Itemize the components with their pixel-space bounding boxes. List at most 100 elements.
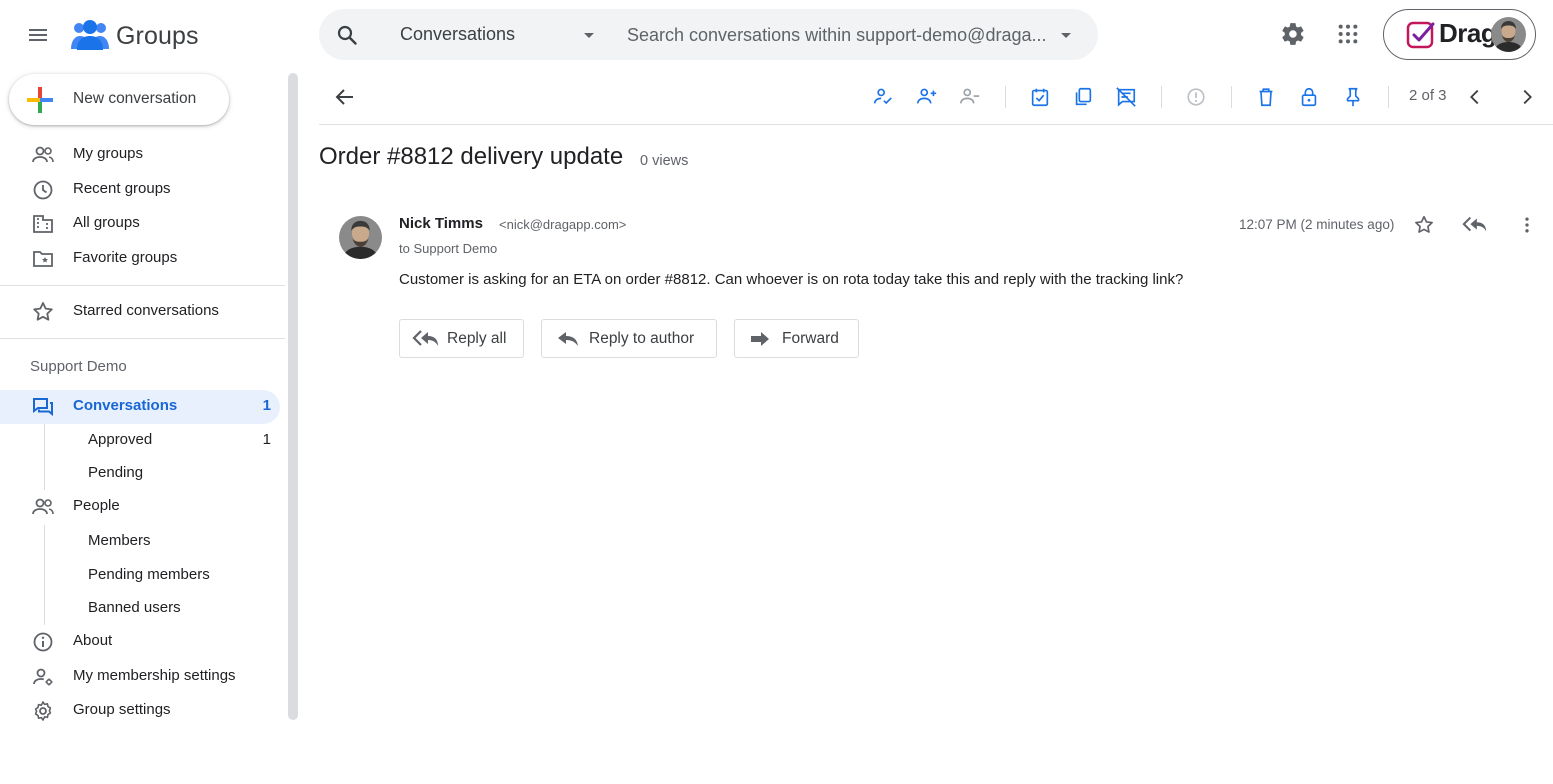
task-check-icon	[1031, 88, 1049, 107]
pager-status: 2 of 3	[1409, 87, 1447, 104]
apps-button[interactable]	[1330, 16, 1366, 52]
no-action-needed-button[interactable]	[1111, 83, 1141, 111]
app-name: Groups	[116, 21, 199, 50]
lock-button[interactable]	[1294, 83, 1324, 111]
chevron-right-icon	[1523, 89, 1532, 105]
alert-circle-icon	[1187, 88, 1205, 106]
mark-complete-button[interactable]	[1025, 83, 1055, 111]
assign-to-me-button[interactable]	[868, 83, 898, 111]
unassign-button[interactable]	[955, 83, 985, 111]
conversations-count: 1	[262, 397, 271, 414]
settings-button[interactable]	[1275, 16, 1311, 52]
chevron-left-icon	[1470, 89, 1479, 105]
forward-button[interactable]: Forward	[734, 319, 859, 358]
reply-all-icon-button[interactable]	[1460, 211, 1490, 239]
groups-logo[interactable]: Groups	[70, 16, 199, 56]
sidebar-item-approved[interactable]: Approved 1	[0, 424, 280, 458]
author-name[interactable]: Nick Timms	[399, 215, 483, 232]
report-button[interactable]	[1181, 83, 1211, 111]
person-check-icon	[873, 88, 892, 105]
search-scope-select[interactable]: Conversations	[400, 24, 515, 45]
star-message-button[interactable]	[1410, 211, 1438, 239]
sidebar-item-pending-members[interactable]: Pending members	[0, 559, 280, 593]
next-conversation-button[interactable]	[1512, 83, 1542, 111]
folder-star-icon	[33, 251, 53, 267]
person-settings-icon	[33, 668, 53, 686]
sidebar-item-label: All groups	[73, 214, 140, 231]
sidebar-item-people[interactable]: People	[0, 490, 280, 524]
search-button[interactable]	[333, 21, 361, 49]
comment-off-icon	[1116, 87, 1136, 107]
toolbar-separator	[1231, 86, 1232, 108]
caret-down-icon[interactable]	[581, 27, 597, 43]
sidebar-item-recent-groups[interactable]: Recent groups	[0, 173, 280, 207]
new-conversation-label: New conversation	[73, 90, 197, 107]
copy-icon	[1075, 87, 1092, 106]
avatar-photo-icon	[339, 216, 382, 259]
person-add-icon	[917, 88, 937, 104]
sidebar-item-label: Pending	[88, 464, 144, 481]
sidebar-item-label: Starred conversations	[73, 302, 219, 319]
reply-all-icon	[412, 330, 438, 346]
message-more-button[interactable]	[1514, 211, 1540, 239]
gear-icon	[1282, 23, 1304, 45]
sidebar-item-pending[interactable]: Pending	[0, 457, 280, 491]
gear-icon	[34, 701, 52, 721]
sidebar-scrollbar[interactable]	[288, 73, 298, 720]
sidebar-item-banned-users[interactable]: Banned users	[0, 592, 280, 626]
duplicate-button[interactable]	[1068, 83, 1098, 111]
pin-button[interactable]	[1338, 83, 1368, 111]
account-button[interactable]: Drag	[1383, 9, 1536, 60]
search-bar[interactable]: Conversations	[319, 9, 1098, 60]
group-heading: Support Demo	[30, 358, 127, 375]
sidebar-item-favorite-groups[interactable]: Favorite groups	[0, 242, 280, 276]
conversation-toolbar: 2 of 3	[319, 70, 1553, 125]
search-options-icon[interactable]	[1058, 27, 1074, 43]
sidebar-item-label: My membership settings	[73, 667, 236, 684]
reply-icon	[558, 332, 578, 346]
sidebar-item-label: Conversations	[73, 397, 178, 414]
sidebar-item-conversations[interactable]: Conversations 1	[0, 390, 280, 424]
toolbar-separator	[1161, 86, 1162, 108]
sidebar-item-group-settings[interactable]: Group settings	[0, 694, 280, 728]
sidebar-item-label: Members	[88, 532, 151, 549]
new-conversation-button[interactable]: New conversation	[9, 74, 229, 125]
reply-all-icon	[1462, 216, 1487, 232]
sidebar-item-my-groups[interactable]: My groups	[0, 138, 280, 172]
back-button[interactable]	[330, 83, 360, 111]
apps-grid-icon	[1338, 24, 1358, 44]
delete-button[interactable]	[1251, 83, 1281, 111]
previous-conversation-button[interactable]	[1460, 83, 1490, 111]
sidebar-item-membership-settings[interactable]: My membership settings	[0, 660, 280, 694]
toolbar-separator	[1388, 86, 1389, 108]
sidebar-item-members[interactable]: Members	[0, 525, 280, 559]
forward-label: Forward	[782, 330, 839, 347]
star-outline-icon	[1415, 215, 1433, 233]
assign-button[interactable]	[912, 83, 942, 111]
sidebar-item-starred-conversations[interactable]: Starred conversations	[0, 295, 280, 329]
sidebar-item-label: Banned users	[88, 599, 181, 616]
sidebar-item-label: My groups	[73, 145, 144, 162]
reply-all-label: Reply all	[447, 330, 507, 347]
hamburger-icon	[29, 29, 47, 41]
search-input[interactable]	[627, 19, 1047, 51]
building-icon	[33, 215, 53, 233]
sidebar-item-about[interactable]: About	[0, 625, 280, 659]
reply-all-button[interactable]: Reply all	[399, 319, 524, 358]
forward-icon	[751, 332, 769, 346]
reply-to-author-label: Reply to author	[589, 330, 695, 347]
reply-to-author-button[interactable]: Reply to author	[541, 319, 717, 358]
sidebar-item-label: About	[73, 632, 113, 649]
author-avatar[interactable]	[339, 216, 382, 259]
search-icon	[337, 25, 357, 45]
avatar-photo-icon	[1491, 17, 1526, 52]
view-count: 0 views	[640, 153, 689, 169]
main-menu-button[interactable]	[18, 16, 58, 54]
sidebar-divider	[0, 338, 285, 339]
sidebar-item-label: People	[73, 497, 120, 514]
groups-logo-icon	[71, 20, 109, 50]
pin-icon	[1346, 87, 1360, 107]
sidebar-item-all-groups[interactable]: All groups	[0, 207, 280, 241]
lock-icon	[1301, 87, 1317, 107]
drag-logo-icon	[1406, 21, 1435, 49]
